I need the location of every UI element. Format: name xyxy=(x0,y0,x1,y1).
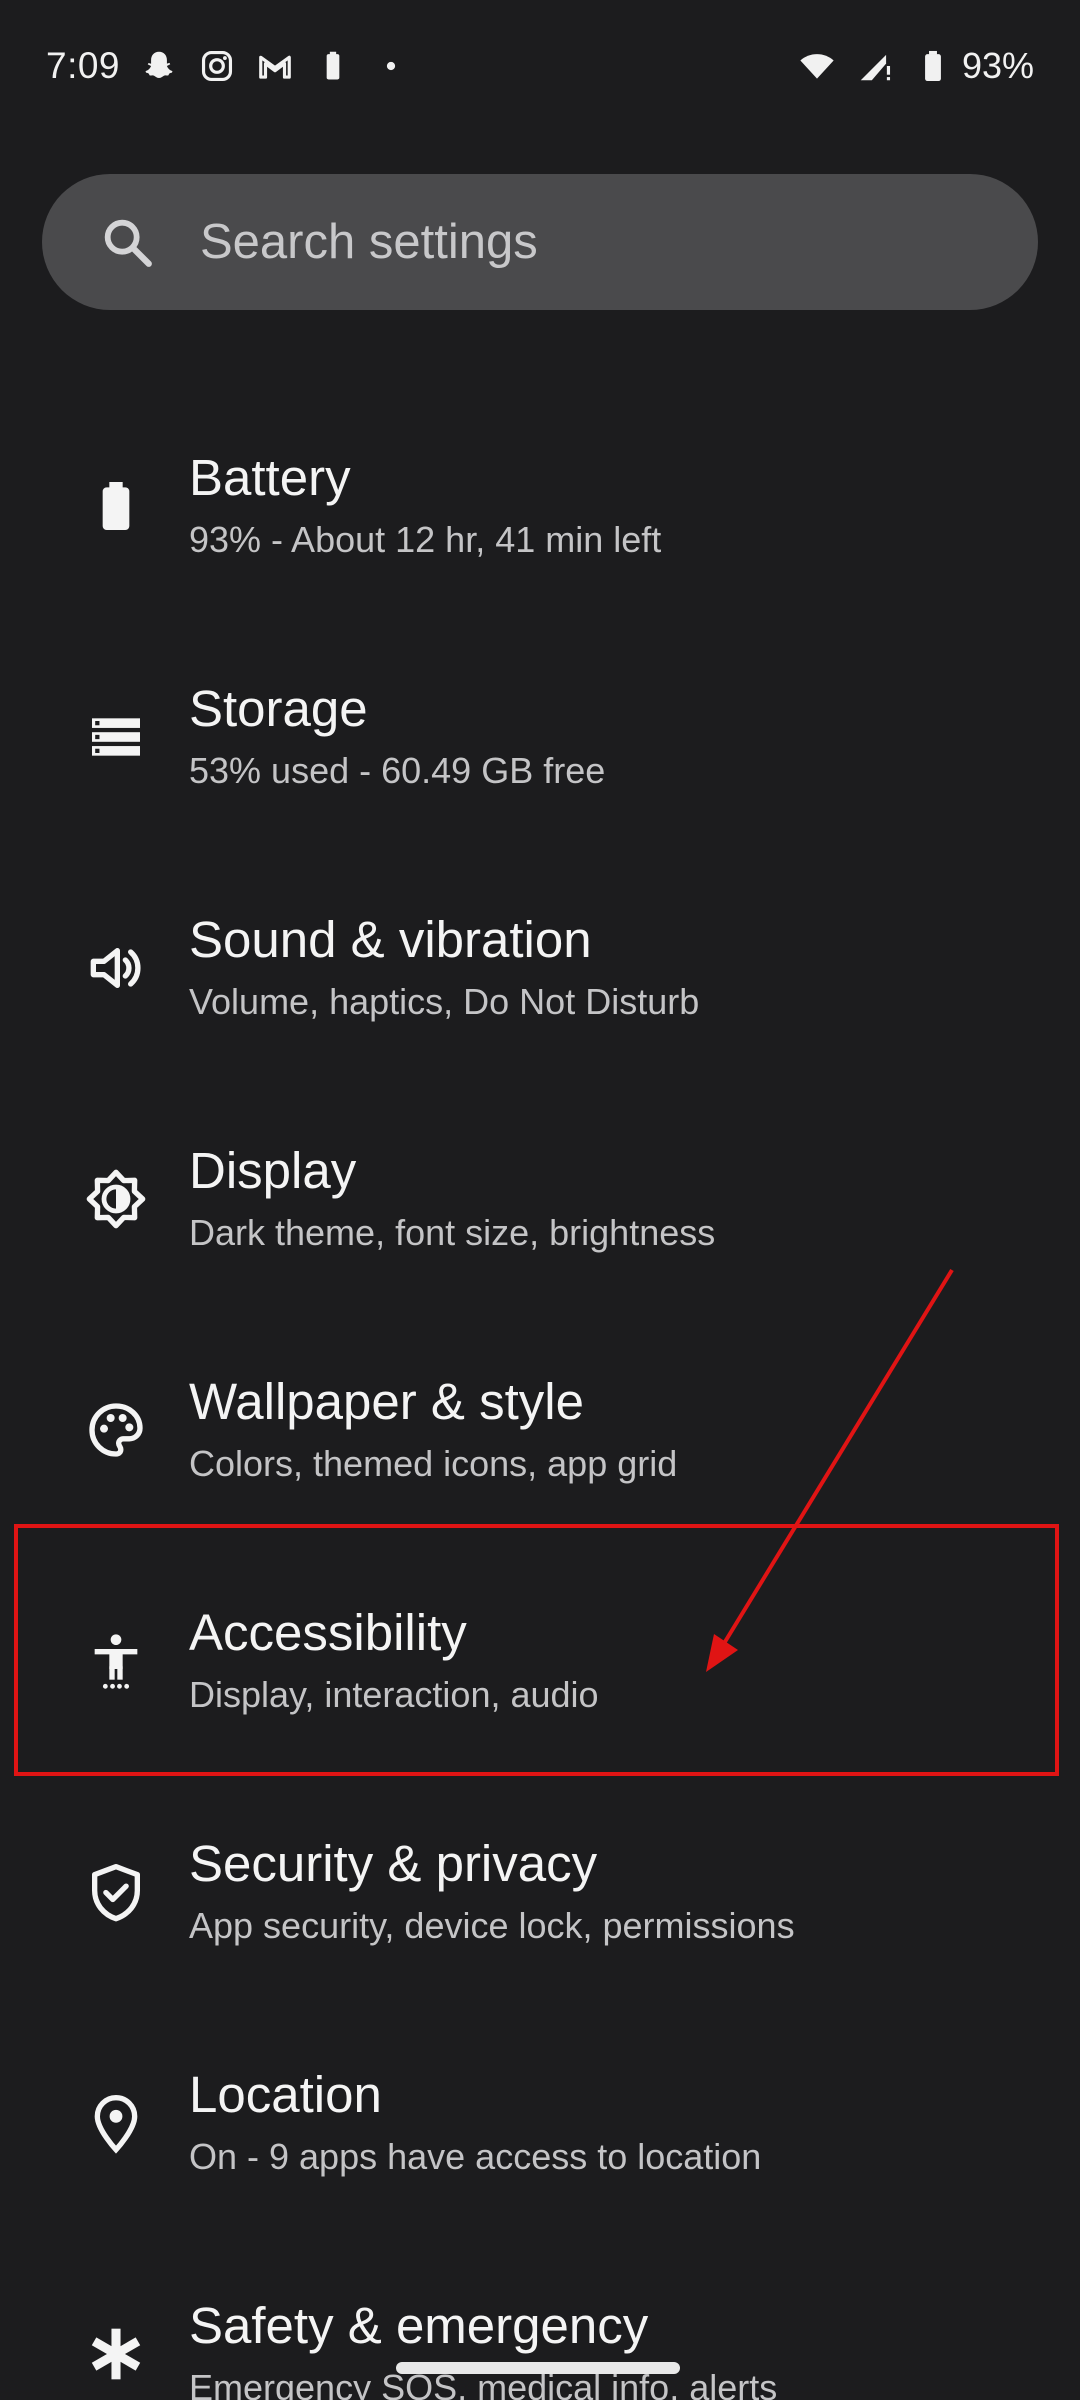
search-icon xyxy=(98,213,156,271)
home-gesture-bar[interactable] xyxy=(396,2362,680,2374)
location-pin-icon xyxy=(78,2085,154,2161)
shield-check-icon xyxy=(78,1854,154,1930)
instagram-icon xyxy=(196,45,238,87)
wifi-icon xyxy=(796,45,838,87)
settings-screen: 7:09 93% Search settings Battery 93% - A… xyxy=(0,0,1080,2400)
palette-icon xyxy=(78,1392,154,1468)
storage-icon xyxy=(78,699,154,775)
battery-icon xyxy=(78,468,154,544)
battery-icon xyxy=(912,45,954,87)
status-bar-left: 7:09 xyxy=(46,45,428,87)
settings-item-location[interactable]: Location On - 9 apps have access to loca… xyxy=(0,2007,1080,2238)
settings-item-security-privacy[interactable]: Security & privacy App security, device … xyxy=(0,1776,1080,2007)
settings-item-subtitle: On - 9 apps have access to location xyxy=(189,2135,762,2177)
settings-item-safety-emergency[interactable]: Safety & emergency Emergency SOS, medica… xyxy=(0,2238,1080,2400)
settings-item-title: Location xyxy=(189,2065,382,2123)
settings-item-text: Battery 93% - About 12 hr, 41 min left xyxy=(189,447,661,565)
settings-item-storage[interactable]: Storage 53% used - 60.49 GB free xyxy=(0,621,1080,852)
search-settings-bar[interactable]: Search settings xyxy=(42,174,1038,310)
settings-item-text: Accessibility Display, interaction, audi… xyxy=(189,1602,599,1720)
settings-item-sound-vibration[interactable]: Sound & vibration Volume, haptics, Do No… xyxy=(0,852,1080,1083)
search-placeholder: Search settings xyxy=(200,215,538,269)
settings-item-title: Display xyxy=(189,1141,357,1199)
settings-item-title: Safety & emergency xyxy=(189,2296,649,2354)
settings-item-title: Accessibility xyxy=(189,1603,467,1661)
settings-item-text: Location On - 9 apps have access to loca… xyxy=(189,2064,761,2182)
settings-item-battery[interactable]: Battery 93% - About 12 hr, 41 min left xyxy=(0,390,1080,621)
settings-item-text: Storage 53% used - 60.49 GB free xyxy=(189,678,605,796)
battery-percent: 93% xyxy=(961,45,1034,86)
settings-item-subtitle: App security, device lock, permissions xyxy=(189,1904,795,1946)
status-bar: 7:09 93% xyxy=(0,0,1080,132)
settings-item-subtitle: 93% - About 12 hr, 41 min left xyxy=(189,518,662,560)
more-notifications-dot-icon xyxy=(370,45,412,87)
settings-item-text: Wallpaper & style Colors, themed icons, … xyxy=(189,1371,677,1489)
settings-item-text: Safety & emergency Emergency SOS, medica… xyxy=(189,2295,777,2400)
snapchat-icon xyxy=(138,45,180,87)
settings-list: Battery 93% - About 12 hr, 41 min left S… xyxy=(0,390,1080,2400)
sound-icon xyxy=(78,930,154,1006)
display-brightness-icon xyxy=(78,1161,154,1237)
cellular-signal-icon xyxy=(854,45,896,87)
settings-item-wallpaper-style[interactable]: Wallpaper & style Colors, themed icons, … xyxy=(0,1314,1080,1545)
settings-item-text: Display Dark theme, font size, brightnes… xyxy=(189,1140,715,1258)
status-time: 7:09 xyxy=(46,45,121,86)
settings-item-title: Storage xyxy=(189,679,368,737)
status-bar-right: 93% xyxy=(796,45,1034,87)
settings-item-text: Sound & vibration Volume, haptics, Do No… xyxy=(189,909,699,1027)
gmail-icon xyxy=(254,45,296,87)
settings-item-subtitle: 53% used - 60.49 GB free xyxy=(189,749,606,791)
settings-item-subtitle: Dark theme, font size, brightness xyxy=(189,1211,716,1253)
settings-item-subtitle: Volume, haptics, Do Not Disturb xyxy=(189,980,700,1022)
settings-item-title: Battery xyxy=(189,448,351,506)
settings-item-title: Wallpaper & style xyxy=(189,1372,584,1430)
settings-item-accessibility[interactable]: Accessibility Display, interaction, audi… xyxy=(0,1545,1080,1776)
settings-item-text: Security & privacy App security, device … xyxy=(189,1833,795,1951)
settings-item-subtitle: Colors, themed icons, app grid xyxy=(189,1442,678,1484)
settings-item-display[interactable]: Display Dark theme, font size, brightnes… xyxy=(0,1083,1080,1314)
settings-item-title: Sound & vibration xyxy=(189,910,592,968)
settings-item-title: Security & privacy xyxy=(189,1834,598,1892)
battery-saver-icon xyxy=(312,45,354,87)
emergency-asterisk-icon xyxy=(78,2316,154,2392)
accessibility-icon xyxy=(78,1623,154,1699)
settings-item-subtitle: Display, interaction, audio xyxy=(189,1673,599,1715)
